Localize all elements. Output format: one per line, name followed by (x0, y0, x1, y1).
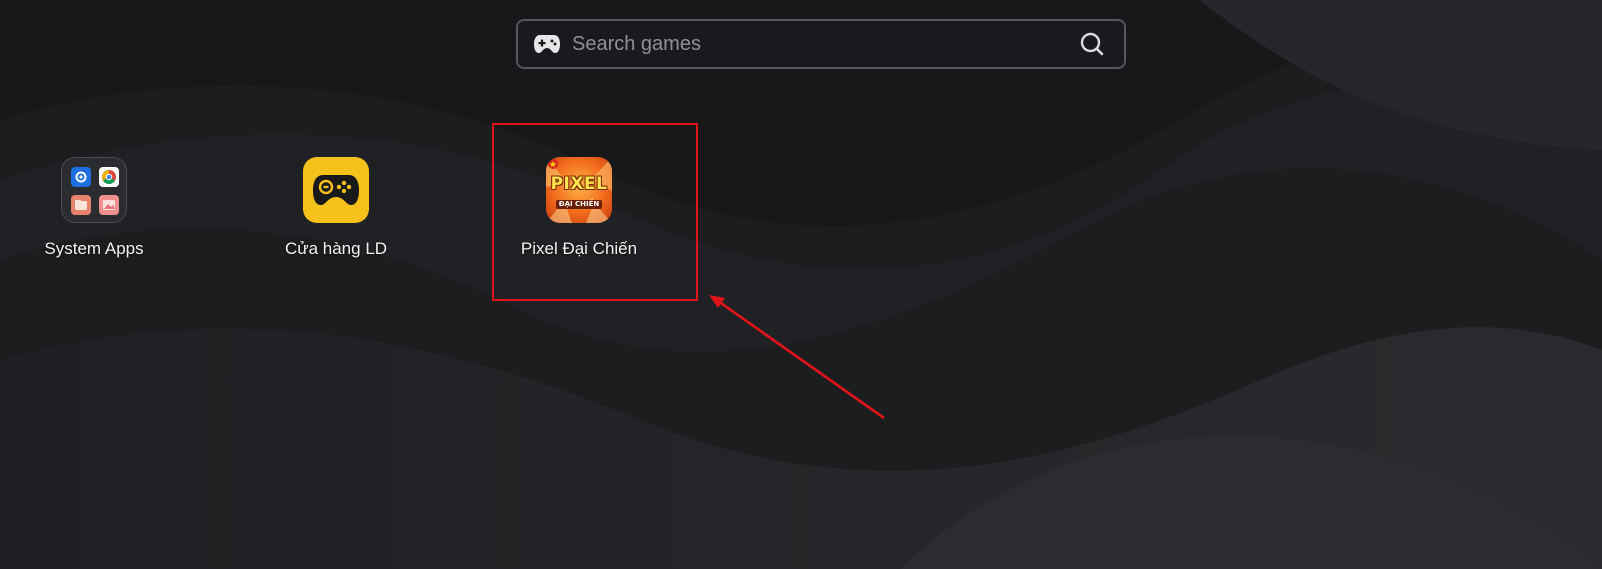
search-bar[interactable] (516, 19, 1126, 69)
desktop: System Apps Cửa hàng LD (0, 0, 1602, 569)
chrome-icon (99, 167, 119, 187)
pixel-logo-subtext: ĐẠI CHIẾN (555, 200, 603, 209)
folder-icon (61, 157, 127, 223)
settings-icon (71, 167, 91, 187)
app-system-apps[interactable]: System Apps (14, 157, 174, 259)
file-manager-icon (71, 195, 91, 215)
pixel-logo-text: PIXEL (550, 174, 608, 194)
gamepad-icon (532, 32, 562, 56)
pixel-dai-chien-icon: PIXEL ĐẠI CHIẾN (546, 157, 612, 223)
app-label: Cửa hàng LD (284, 239, 388, 258)
search-input[interactable] (562, 20, 1078, 68)
pixel-logo: PIXEL ĐẠI CHIẾN (546, 175, 612, 211)
search-icon[interactable] (1078, 30, 1106, 58)
app-pixel-dai-chien[interactable]: PIXEL ĐẠI CHIẾN Pixel Đại Chiến (499, 157, 659, 259)
app-ld-store[interactable]: Cửa hàng LD (256, 157, 416, 259)
app-label: Pixel Đại Chiến (520, 239, 638, 258)
wallpaper (0, 0, 1602, 569)
gallery-icon (99, 195, 119, 215)
ld-store-icon (303, 157, 369, 223)
app-label: System Apps (44, 239, 144, 258)
